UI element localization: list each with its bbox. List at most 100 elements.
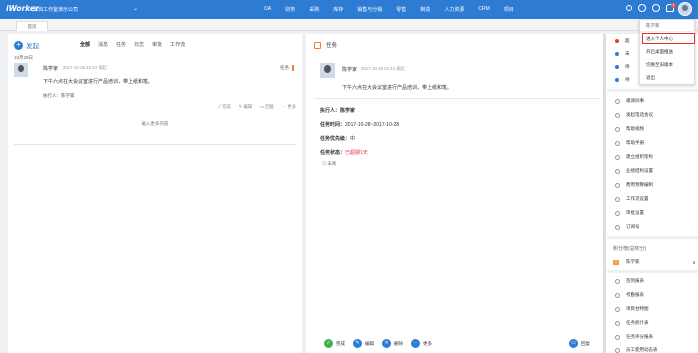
feed-user[interactable]: 陈学家 [43,65,58,72]
sidebar-link-performance[interactable]: 业绩结构设置 [615,168,653,174]
chat-icon[interactable] [652,4,660,12]
sidebar-link-call[interactable]: 发起电话会议 [615,112,653,118]
filter-message[interactable]: 消息 [98,41,108,48]
sidebar-link-video[interactable]: 帮助视频 [615,126,644,132]
trash-icon: ✕ [382,339,391,348]
sidebar-link-org[interactable]: 建立组织架构 [615,154,653,160]
rank-row[interactable]: 1 陈学家 3 [613,259,695,265]
nav-item-finance[interactable]: 财务 [285,6,295,13]
feed-content[interactable]: 下午六点在大会议室进行产品培训，带上纸和笔。 [43,78,153,85]
edit-button[interactable]: ✎ 编辑 [239,104,252,110]
company-selector[interactable]: 深圳工作室演示公司 [33,6,78,13]
org-icon [615,154,620,160]
detail-content: 下午六点在大会议室进行产品培训，带上纸和笔。 [342,85,453,91]
top-navbar: iWorker 深圳工作室演示公司 ⌄ OA 财务 采购 库存 销售与分销 零售… [0,0,698,19]
divider [640,31,696,32]
complete-button[interactable]: ✓ 完成 [218,104,231,110]
avatar[interactable] [14,63,28,77]
nav-item-project[interactable]: 项目 [504,6,514,13]
nav-item-hr[interactable]: 人力资源 [444,6,464,13]
main-nav: OA 财务 采购 库存 销售与分销 零售 制造 人力资源 CRM 项目 [264,6,528,13]
nav-item-purchase[interactable]: 采购 [309,6,319,13]
bell-icon[interactable]: 1 [666,3,676,12]
nav-item-manufacturing[interactable]: 制造 [420,6,430,13]
user-icon [615,98,620,104]
nav-item-crm[interactable]: CRM [478,6,489,13]
feed-item[interactable]: 陈学家 2017-10-28 22:43 发起 任务 下午六点在大会议室进行产品… [14,63,296,145]
chevron-down-icon[interactable]: ⌄ [133,5,138,12]
workflow-icon [615,196,620,202]
chart-icon [615,168,620,174]
divider [607,236,698,239]
sidebar-link-workflow[interactable]: 工作流设置 [615,196,649,202]
nav-item-retail[interactable]: 零售 [396,6,406,13]
more-button[interactable]: ⋯ 更多 [282,104,296,110]
view-status[interactable]: ◎ 未阅 [322,161,336,167]
sidebar-status-item[interactable]: 待 [615,77,630,83]
filter-workflow[interactable]: 工作流 [170,41,185,48]
new-post-button[interactable]: + 发起 [14,40,39,50]
sidebar-report-checkin[interactable]: 签到报表 [615,278,644,284]
report-icon [615,334,620,340]
avatar[interactable] [320,63,335,78]
sidebar-link-budget[interactable]: 费用预算编制 [615,182,653,188]
plus-icon: + [14,40,23,50]
detail-priority: 任务优先级：中 [320,136,356,142]
search-icon[interactable] [626,5,632,11]
sidebar-status-item[interactable]: 未 [615,51,630,57]
budget-icon [615,182,620,188]
sidebar-report-attendance[interactable]: 考勤报表 [615,292,644,298]
new-post-label: 发起 [26,43,39,50]
user-dropdown-menu: 陈学家 进入个人中心 开启桌面推送 切换至旧版本 退出 [639,19,696,85]
sidebar-report-gantt[interactable]: 项目甘特图 [615,306,649,312]
edit-button[interactable]: ✎ 编辑 [353,339,374,348]
video-icon [615,126,620,132]
sidebar-report-task-score[interactable]: 任务评分报表 [615,334,653,340]
more-button[interactable]: ⋯ 更多 [411,339,432,348]
rank-score: 3 [692,259,695,265]
sidebar-report-activity[interactable]: 员工使用动态表 [615,347,658,353]
complete-button[interactable]: ✓ 完成 [324,339,345,348]
menu-item-desktop-push[interactable]: 开启桌面推送 [646,49,673,55]
reply-button[interactable]: ▭ 回复 [569,339,590,348]
sidebar-link-invite[interactable]: 邀请同事 [615,98,644,104]
tab-bar: 首页 [0,19,698,31]
reply-button[interactable]: ▭ 回复 [260,104,274,110]
menu-item-personal-center[interactable]: 进入个人中心 [646,36,673,42]
menu-item-old-version[interactable]: 切换至旧版本 [646,62,673,68]
user-avatar[interactable] [678,2,692,16]
dropdown-username: 陈学家 [646,23,660,28]
notification-badge: 1 [671,3,676,8]
sidebar-status-item[interactable]: 待 [615,64,630,70]
scrollbar[interactable] [603,34,606,353]
nav-item-inventory[interactable]: 库存 [333,6,343,13]
feed-panel: + 发起 全部 消息 任务 日志 审批 工作流 10月28日 陈学家 2017-… [8,34,302,353]
detail-title: 任务 [326,43,338,49]
nav-item-sales[interactable]: 销售与分销 [357,6,382,13]
tab-home[interactable]: 首页 [16,21,48,31]
sidebar-report-task-stats[interactable]: 任务统计表 [615,320,649,326]
sidebar-link-subscription[interactable]: 订阅号 [615,224,640,230]
edit-icon: ✎ [353,339,362,348]
filter-approval[interactable]: 审批 [152,41,162,48]
filter-all[interactable]: 全部 [80,41,90,48]
filter-log[interactable]: 日志 [134,41,144,48]
date-label: 10月28日 [14,55,34,60]
detail-user[interactable]: 陈学家 [342,66,357,73]
detail-executor: 执行人：陈学家 [320,108,356,114]
red-dot-icon [615,39,619,43]
settings-icon[interactable] [638,4,646,12]
sidebar-status-item[interactable]: 超 [615,38,630,44]
nav-item-oa[interactable]: OA [264,6,271,13]
load-more-link[interactable]: 载入更多内容 [8,121,302,127]
menu-item-logout[interactable]: 退出 [646,75,655,81]
filter-task[interactable]: 任务 [116,41,126,48]
report-icon [615,278,620,284]
subscription-icon [615,224,620,230]
delete-button[interactable]: ✕ 删除 [382,339,403,348]
sidebar-link-approval[interactable]: 审批设置 [615,210,644,216]
feed-time: 2017-10-28 22:43 发起 [63,65,107,70]
sidebar-link-manual[interactable]: 帮助手册 [615,140,644,146]
report-icon [615,292,620,298]
approval-icon [615,210,620,216]
